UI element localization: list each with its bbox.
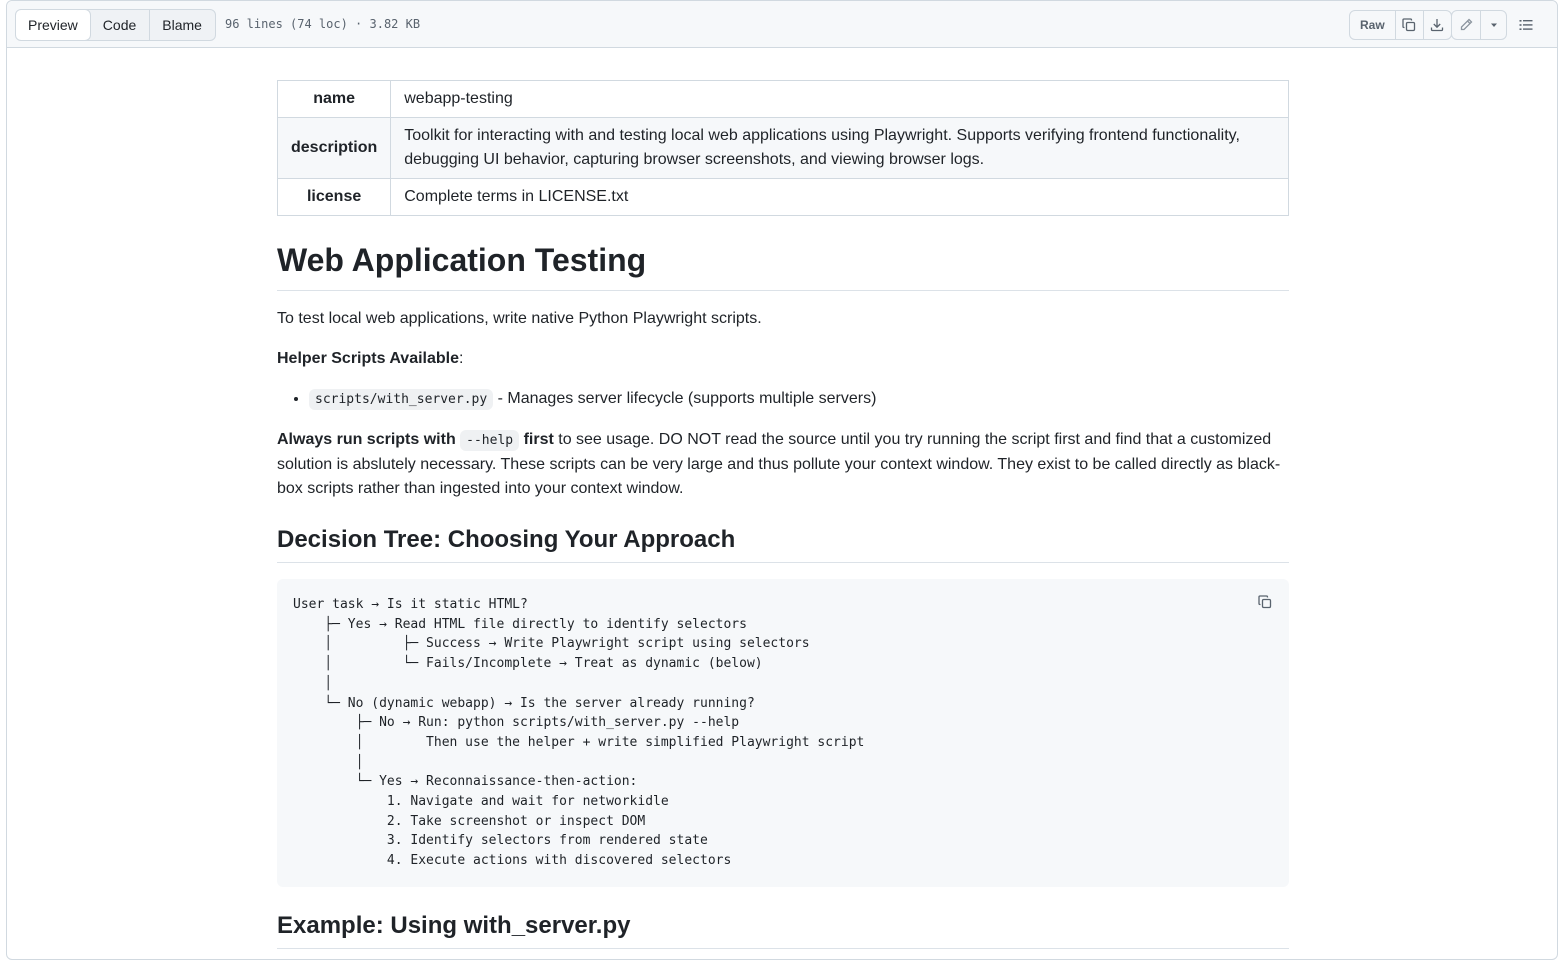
list-item-text: - Manages server lifecycle (supports mul… (493, 390, 877, 407)
edit-button[interactable] (1452, 11, 1480, 39)
list-unordered-icon (1518, 17, 1534, 33)
edit-group (1451, 10, 1507, 40)
helper-scripts-heading: Helper Scripts Available (277, 350, 459, 367)
view-mode-tabs: Preview Code Blame (15, 9, 216, 41)
outline-button[interactable] (1511, 10, 1541, 40)
copy-icon (1257, 594, 1273, 610)
chevron-down-icon (1488, 19, 1500, 31)
download-icon (1429, 17, 1445, 33)
file-meta: 96 lines (74 loc) · 3.82 KB (225, 17, 421, 31)
raw-button[interactable]: Raw (1350, 11, 1395, 39)
table-row: description Toolkit for interacting with… (276, 117, 1289, 179)
tab-code[interactable]: Code (91, 10, 149, 40)
copy-raw-button[interactable] (1394, 11, 1423, 39)
copy-icon (1401, 17, 1417, 33)
inline-code: --help (460, 430, 520, 451)
helper-scripts-paragraph: Helper Scripts Available: (277, 347, 1289, 371)
table-row: name webapp-testing (276, 80, 1289, 118)
bold-text: first (519, 431, 554, 448)
section-heading: Example: Using with_server.py (277, 911, 1289, 949)
usage-paragraph: Always run scripts with --help first to … (277, 428, 1289, 501)
bold-text: Always run scripts with (277, 431, 461, 448)
raw-copy-download-group: Raw (1349, 10, 1452, 40)
page-title: Web Application Testing (277, 240, 1289, 291)
intro-paragraph: To test local web applications, write na… (277, 310, 762, 327)
code-block-text: User task → Is it static HTML? ├─ Yes → … (293, 597, 865, 869)
frontmatter-key: name (276, 80, 392, 118)
tab-blame[interactable]: Blame (149, 10, 215, 40)
helper-scripts-list: scripts/with_server.py - Manages server … (277, 387, 1289, 412)
file-view: Preview Code Blame 96 lines (74 loc) · 3… (6, 0, 1558, 960)
frontmatter-key: license (276, 178, 392, 216)
pencil-icon (1458, 17, 1474, 33)
inline-code: scripts/with_server.py (309, 389, 494, 410)
code-block: User task → Is it static HTML? ├─ Yes → … (277, 579, 1289, 887)
frontmatter-value: webapp-testing (390, 80, 1289, 118)
edit-options-button[interactable] (1480, 11, 1506, 39)
frontmatter-key: description (276, 117, 392, 179)
copy-code-button[interactable] (1255, 592, 1275, 612)
tab-preview[interactable]: Preview (15, 10, 91, 40)
file-header: Preview Code Blame 96 lines (74 loc) · 3… (7, 1, 1557, 48)
frontmatter-table: name webapp-testing description Toolkit … (276, 80, 1289, 216)
frontmatter-value: Complete terms in LICENSE.txt (390, 178, 1289, 216)
helper-colon: : (459, 350, 464, 367)
markdown-body: name webapp-testing description Toolkit … (276, 80, 1289, 965)
table-row: license Complete terms in LICENSE.txt (276, 178, 1289, 216)
list-item: scripts/with_server.py - Manages server … (309, 387, 1289, 412)
download-button[interactable] (1422, 11, 1451, 39)
section-heading: Decision Tree: Choosing Your Approach (277, 525, 1289, 563)
frontmatter-value: Toolkit for interacting with and testing… (390, 117, 1289, 179)
